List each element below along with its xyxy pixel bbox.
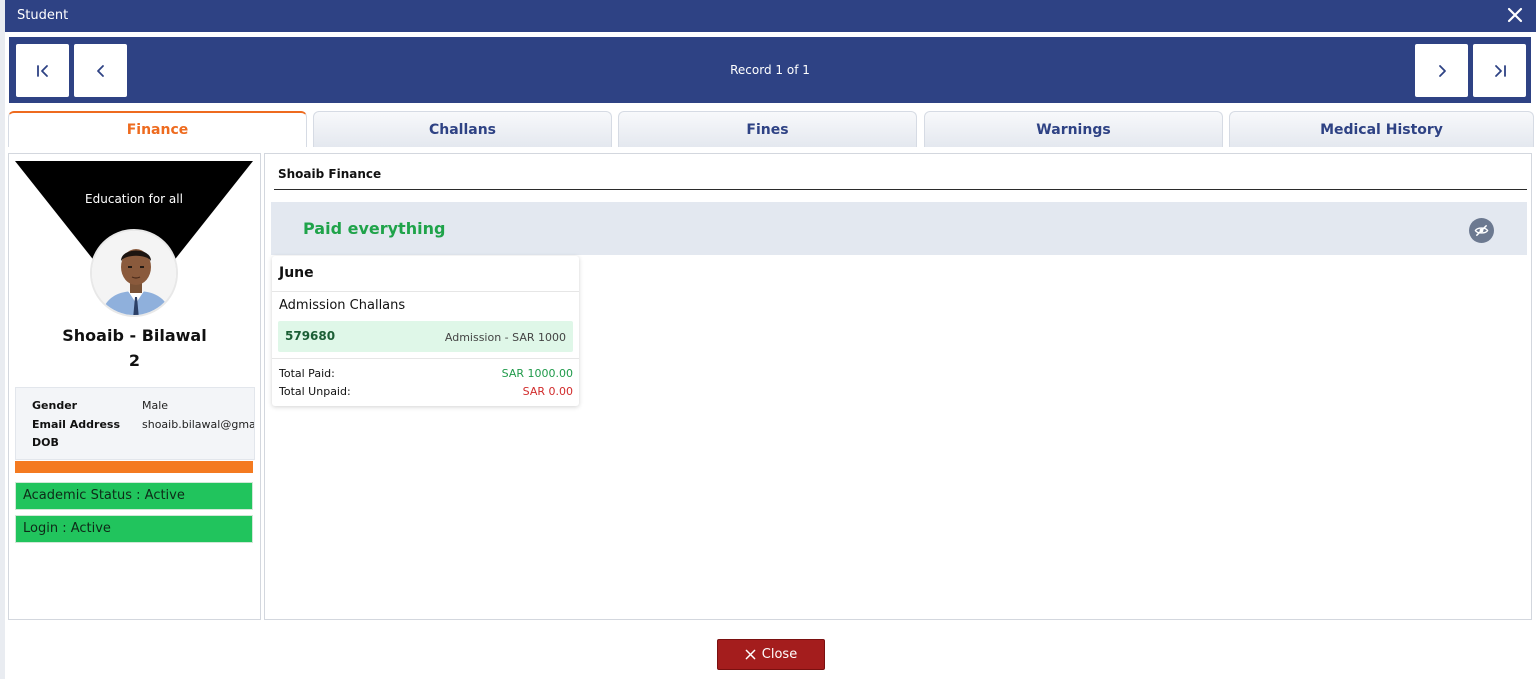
tab-warnings[interactable]: Warnings xyxy=(924,111,1223,147)
detail-label: Email Address xyxy=(32,418,121,431)
dialog-title: Student xyxy=(17,8,69,23)
tab-finance[interactable]: Finance xyxy=(8,111,307,147)
total-unpaid-label: Total Unpaid: xyxy=(279,385,351,398)
record-navigator: Record 1 of 1 xyxy=(9,37,1531,103)
close-icon[interactable] xyxy=(1504,4,1526,26)
record-counter: Record 1 of 1 xyxy=(730,63,810,77)
card-divider xyxy=(272,291,579,292)
tab-medical-history[interactable]: Medical History xyxy=(1229,111,1534,147)
dialog-titlebar: Student xyxy=(5,0,1536,32)
total-paid-value: SAR 1000.00 xyxy=(501,367,573,380)
tab-challans[interactable]: Challans xyxy=(313,111,612,147)
profile-divider-bar xyxy=(15,461,253,473)
student-profile-panel: Education for all Shoaib - Bilawal 2 Gen… xyxy=(8,153,261,620)
finance-panel: Shoaib Finance Paid everything June Admi… xyxy=(264,153,1532,620)
chevron-right-icon xyxy=(1438,64,1446,77)
student-dialog: Student Record 1 of 1 Finance Challans F… xyxy=(5,0,1536,679)
next-record-button[interactable] xyxy=(1415,44,1468,97)
last-record-button[interactable] xyxy=(1473,44,1526,97)
close-button[interactable]: Close xyxy=(717,639,825,670)
student-photo xyxy=(92,231,176,315)
card-divider xyxy=(272,358,579,359)
close-button-label: Close xyxy=(761,647,798,662)
detail-value: shoaib.bilawal@gma xyxy=(142,418,255,431)
total-paid-label: Total Paid: xyxy=(279,367,335,380)
profile-banner: Education for all xyxy=(15,161,253,317)
challan-item[interactable]: 579680 Admission - SAR 1000 xyxy=(278,321,573,352)
detail-label: Gender xyxy=(32,399,78,412)
student-name: Shoaib - Bilawal xyxy=(62,326,207,345)
challan-number: 579680 xyxy=(285,329,336,343)
challan-description: Admission - SAR 1000 xyxy=(444,331,566,344)
month-title: June xyxy=(279,265,314,281)
tab-bar: Finance Challans Fines Warnings Medical … xyxy=(8,111,1534,147)
avatar xyxy=(90,229,178,317)
login-status-badge: Login : Active xyxy=(15,515,253,543)
payment-status-text: Paid everything xyxy=(303,219,446,238)
close-icon xyxy=(745,649,756,660)
last-page-icon xyxy=(1494,64,1506,77)
payment-status-bar: Paid everything xyxy=(271,202,1527,255)
eye-slash-icon[interactable] xyxy=(1469,218,1494,243)
heading-divider xyxy=(274,189,1527,190)
total-unpaid-value: SAR 0.00 xyxy=(522,385,573,398)
finance-heading: Shoaib Finance xyxy=(278,167,382,181)
tab-fines[interactable]: Fines xyxy=(618,111,917,147)
student-details: Gender Male Email Address shoaib.bilawal… xyxy=(15,387,255,460)
detail-value: Male xyxy=(142,399,169,412)
student-id: 2 xyxy=(128,351,141,370)
banner-motto: Education for all xyxy=(85,192,183,206)
detail-label: DOB xyxy=(32,436,59,449)
academic-status-badge: Academic Status : Active xyxy=(15,482,253,510)
challan-section-title: Admission Challans xyxy=(279,298,406,313)
month-finance-card: June Admission Challans 579680 Admission… xyxy=(272,256,579,406)
